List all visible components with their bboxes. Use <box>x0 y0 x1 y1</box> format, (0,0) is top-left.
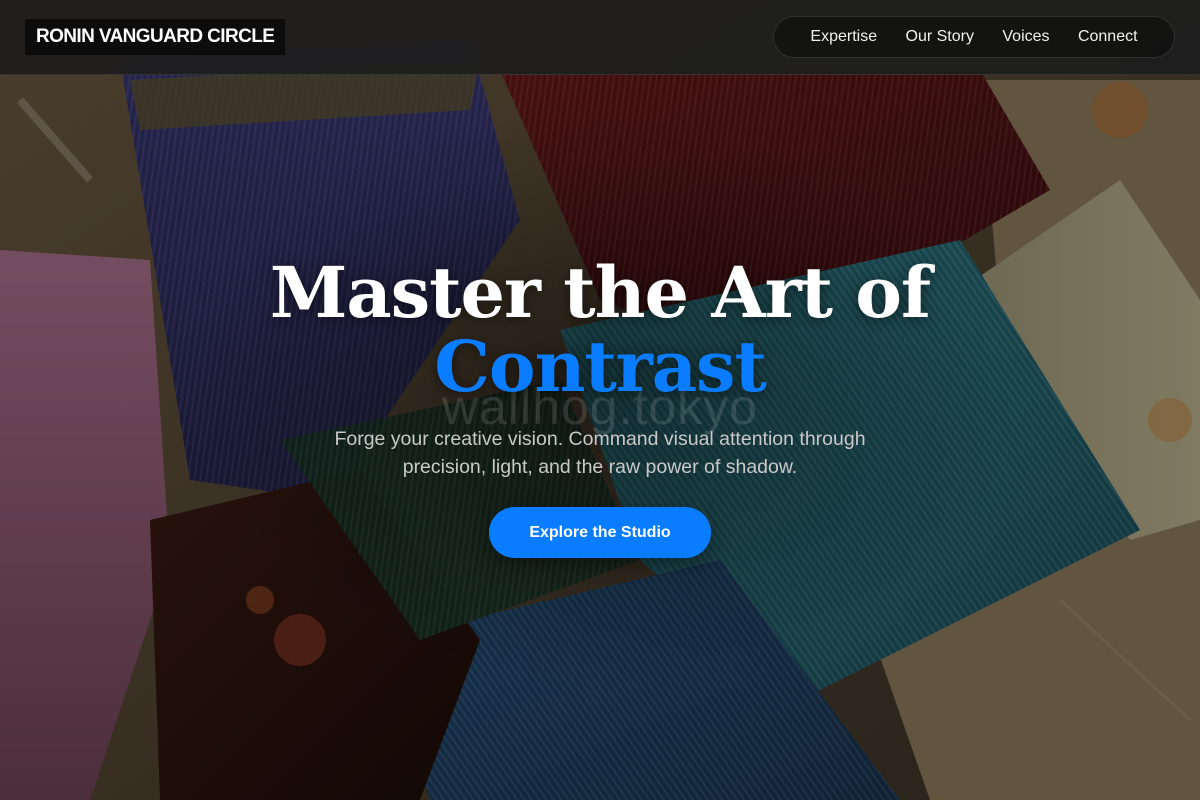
hero-headline-line1: Master the Art of <box>269 251 931 334</box>
page: RONIN VANGUARD CIRCLE Expertise Our Stor… <box>0 0 1200 800</box>
nav-link-expertise[interactable]: Expertise <box>810 28 877 46</box>
site-header: RONIN VANGUARD CIRCLE Expertise Our Stor… <box>0 0 1200 75</box>
hero-section: wallhog.tokyo Master the Art of Contrast… <box>0 0 1200 800</box>
hero-headline: Master the Art of Contrast <box>150 256 1050 404</box>
nav-link-voices[interactable]: Voices <box>1002 28 1049 46</box>
explore-studio-button[interactable]: Explore the Studio <box>489 507 711 558</box>
main-nav: Expertise Our Story Voices Connect <box>773 16 1175 58</box>
site-logo[interactable]: RONIN VANGUARD CIRCLE <box>25 19 286 55</box>
nav-link-connect[interactable]: Connect <box>1078 28 1138 46</box>
hero-headline-accent: Contrast <box>434 325 767 408</box>
hero-subtitle: Forge your creative vision. Command visu… <box>334 428 866 478</box>
nav-link-our-story[interactable]: Our Story <box>906 28 974 46</box>
